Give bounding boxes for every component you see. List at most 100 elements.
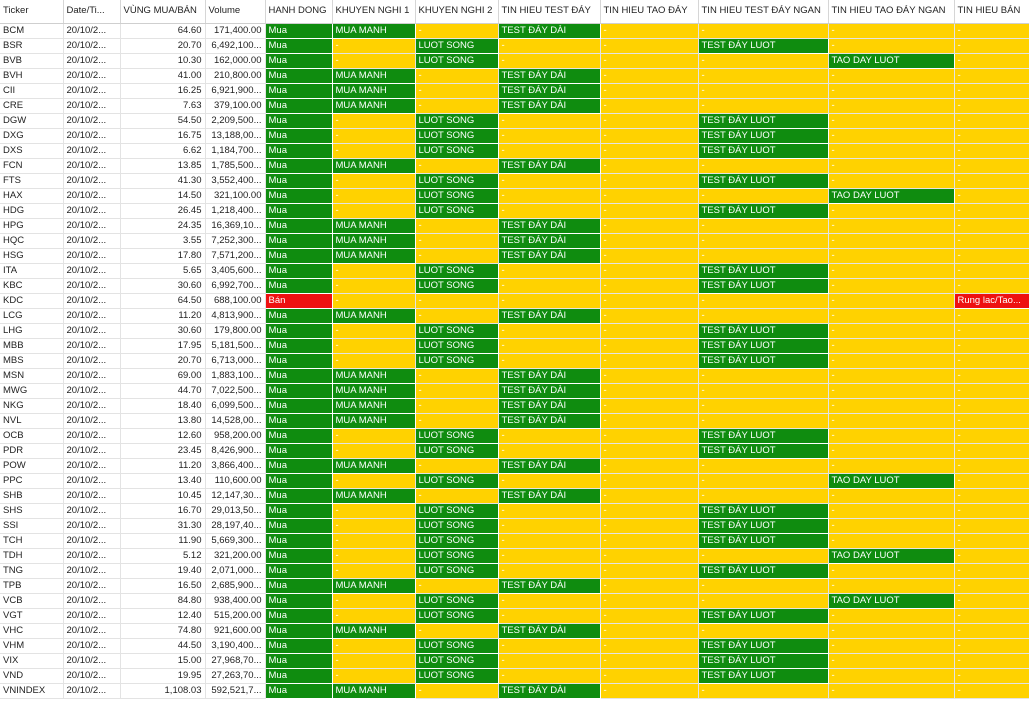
cell-sell-signal[interactable]: - bbox=[954, 353, 1029, 369]
cell-recommend-1[interactable]: - bbox=[332, 593, 416, 609]
cell-test-bottom-short[interactable]: - bbox=[698, 188, 829, 204]
cell-zone[interactable]: 16.75 bbox=[120, 128, 206, 144]
cell-form-bottom-short[interactable]: TAO DAY LUOT bbox=[828, 548, 955, 564]
cell-form-bottom[interactable]: - bbox=[600, 38, 699, 54]
cell-zone[interactable]: 10.45 bbox=[120, 488, 206, 504]
cell-recommend-1[interactable]: - bbox=[332, 188, 416, 204]
cell-form-bottom[interactable]: - bbox=[600, 578, 699, 594]
cell-zone[interactable]: 26.45 bbox=[120, 203, 206, 219]
cell-volume[interactable]: 5,181,500... bbox=[205, 338, 266, 354]
cell-sell-signal[interactable]: - bbox=[954, 368, 1029, 384]
table-row[interactable]: BVB 20/10/2... 10.30 162,000.00 Mua - LUOT SON… bbox=[0, 53, 1029, 69]
cell-recommend-1[interactable]: - bbox=[332, 353, 416, 369]
cell-date[interactable]: 20/10/2... bbox=[63, 683, 121, 699]
col-header-test-bottom[interactable]: TIN HIEU TEST ĐÁY bbox=[498, 0, 601, 24]
cell-recommend-2[interactable]: - bbox=[415, 98, 499, 114]
cell-date[interactable]: 20/10/2... bbox=[63, 233, 121, 249]
table-row[interactable]: NKG 20/10/2... 18.40 6,099,500... Mua MUA MAN… bbox=[0, 398, 1029, 414]
cell-test-bottom[interactable]: TEST ĐÁY DÀI bbox=[498, 83, 601, 99]
cell-volume[interactable]: 179,800.00 bbox=[205, 323, 266, 339]
cell-recommend-1[interactable]: MUA MANH bbox=[332, 413, 416, 429]
cell-recommend-2[interactable]: LUOT SONG bbox=[415, 533, 499, 549]
cell-zone[interactable]: 41.30 bbox=[120, 173, 206, 189]
table-row[interactable]: HPG 20/10/2... 24.35 16,369,10... Mua MUA MAN… bbox=[0, 218, 1029, 234]
cell-sell-signal[interactable]: - bbox=[954, 413, 1029, 429]
cell-test-bottom-short[interactable]: - bbox=[698, 233, 829, 249]
cell-zone[interactable]: 20.70 bbox=[120, 38, 206, 54]
table-row[interactable]: SHS 20/10/2... 16.70 29,013,50... Mua - LUOT S… bbox=[0, 503, 1029, 519]
cell-date[interactable]: 20/10/2... bbox=[63, 248, 121, 264]
cell-form-bottom-short[interactable]: TAO DAY LUOT bbox=[828, 593, 955, 609]
cell-zone[interactable]: 3.55 bbox=[120, 233, 206, 249]
cell-recommend-1[interactable]: - bbox=[332, 263, 416, 279]
cell-test-bottom[interactable]: - bbox=[498, 503, 601, 519]
cell-date[interactable]: 20/10/2... bbox=[63, 173, 121, 189]
cell-action[interactable]: Mua bbox=[265, 143, 333, 159]
cell-form-bottom[interactable]: - bbox=[600, 413, 699, 429]
table-row[interactable]: VNINDEX 20/10/2... 1,108.03 592,521,7... Mua… bbox=[0, 683, 1029, 699]
cell-sell-signal[interactable]: - bbox=[954, 398, 1029, 414]
cell-action[interactable]: Mua bbox=[265, 233, 333, 249]
cell-test-bottom[interactable]: - bbox=[498, 668, 601, 684]
cell-ticker[interactable]: DGW bbox=[0, 113, 64, 129]
cell-recommend-2[interactable]: - bbox=[415, 488, 499, 504]
cell-volume[interactable]: 14,528,00... bbox=[205, 413, 266, 429]
cell-ticker[interactable]: FTS bbox=[0, 173, 64, 189]
cell-form-bottom[interactable]: - bbox=[600, 653, 699, 669]
cell-test-bottom-short[interactable]: - bbox=[698, 413, 829, 429]
cell-form-bottom-short[interactable]: - bbox=[828, 203, 955, 219]
cell-sell-signal[interactable]: - bbox=[954, 563, 1029, 579]
cell-form-bottom-short[interactable]: - bbox=[828, 383, 955, 399]
table-row[interactable]: TDH 20/10/2... 5.12 321,200.00 Mua - LUOT SONG… bbox=[0, 548, 1029, 564]
cell-action[interactable]: Mua bbox=[265, 638, 333, 654]
cell-date[interactable]: 20/10/2... bbox=[63, 98, 121, 114]
cell-sell-signal[interactable]: - bbox=[954, 518, 1029, 534]
cell-recommend-2[interactable]: LUOT SONG bbox=[415, 668, 499, 684]
cell-action[interactable]: Mua bbox=[265, 593, 333, 609]
cell-sell-signal[interactable]: - bbox=[954, 488, 1029, 504]
cell-test-bottom[interactable]: TEST ĐÁY DÀI bbox=[498, 158, 601, 174]
cell-ticker[interactable]: HQC bbox=[0, 233, 64, 249]
cell-zone[interactable]: 20.70 bbox=[120, 353, 206, 369]
cell-form-bottom[interactable]: - bbox=[600, 113, 699, 129]
cell-date[interactable]: 20/10/2... bbox=[63, 563, 121, 579]
cell-form-bottom-short[interactable]: - bbox=[828, 608, 955, 624]
cell-zone[interactable]: 44.70 bbox=[120, 383, 206, 399]
cell-zone[interactable]: 54.50 bbox=[120, 113, 206, 129]
cell-test-bottom[interactable]: - bbox=[498, 533, 601, 549]
cell-test-bottom[interactable]: TEST ĐÁY DÀI bbox=[498, 413, 601, 429]
cell-test-bottom[interactable]: - bbox=[498, 428, 601, 444]
col-header-date[interactable]: Date/Ti... bbox=[63, 0, 121, 24]
cell-sell-signal[interactable]: - bbox=[954, 233, 1029, 249]
cell-form-bottom-short[interactable]: - bbox=[828, 353, 955, 369]
cell-zone[interactable]: 13.40 bbox=[120, 473, 206, 489]
cell-test-bottom-short[interactable]: - bbox=[698, 218, 829, 234]
cell-sell-signal[interactable]: - bbox=[954, 638, 1029, 654]
cell-test-bottom-short[interactable]: TEST ĐÁY LUOT bbox=[698, 428, 829, 444]
cell-form-bottom[interactable]: - bbox=[600, 353, 699, 369]
cell-ticker[interactable]: POW bbox=[0, 458, 64, 474]
cell-recommend-1[interactable]: - bbox=[332, 278, 416, 294]
cell-form-bottom-short[interactable]: - bbox=[828, 488, 955, 504]
cell-recommend-2[interactable]: - bbox=[415, 413, 499, 429]
cell-form-bottom[interactable]: - bbox=[600, 248, 699, 264]
cell-sell-signal[interactable]: - bbox=[954, 383, 1029, 399]
cell-ticker[interactable]: MSN bbox=[0, 368, 64, 384]
cell-recommend-1[interactable]: - bbox=[332, 548, 416, 564]
cell-volume[interactable]: 28,197,40... bbox=[205, 518, 266, 534]
cell-test-bottom[interactable]: TEST ĐÁY DÀI bbox=[498, 368, 601, 384]
cell-volume[interactable]: 13,188,00... bbox=[205, 128, 266, 144]
cell-action[interactable]: Mua bbox=[265, 218, 333, 234]
cell-form-bottom-short[interactable]: - bbox=[828, 233, 955, 249]
cell-sell-signal[interactable]: - bbox=[954, 278, 1029, 294]
cell-date[interactable]: 20/10/2... bbox=[63, 473, 121, 489]
cell-recommend-1[interactable]: - bbox=[332, 668, 416, 684]
table-row[interactable]: FCN 20/10/2... 13.85 1,785,500... Mua MUA MAN… bbox=[0, 158, 1029, 174]
cell-test-bottom-short[interactable]: TEST ĐÁY LUOT bbox=[698, 203, 829, 219]
cell-test-bottom-short[interactable]: - bbox=[698, 368, 829, 384]
table-row[interactable]: OCB 20/10/2... 12.60 958,200.00 Mua - LUOT SON… bbox=[0, 428, 1029, 444]
cell-action[interactable]: Mua bbox=[265, 158, 333, 174]
cell-form-bottom[interactable]: - bbox=[600, 143, 699, 159]
table-row[interactable]: VGT 20/10/2... 12.40 515,200.00 Mua - LUOT SON… bbox=[0, 608, 1029, 624]
cell-form-bottom-short[interactable]: - bbox=[828, 413, 955, 429]
